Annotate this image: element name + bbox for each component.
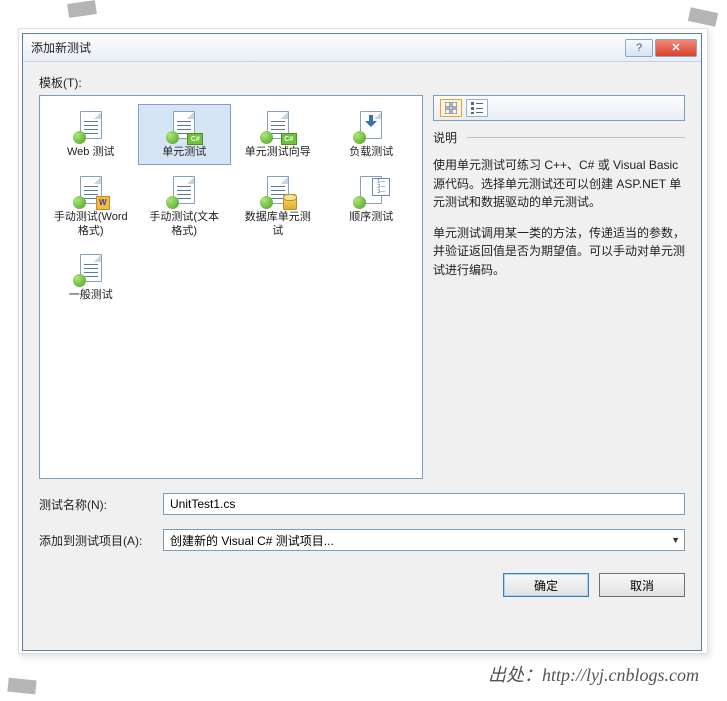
decor-clip (688, 7, 718, 27)
description-header: 说明 (433, 129, 685, 146)
template-label: 一般测试 (69, 289, 113, 303)
template-label: Web 测试 (67, 146, 114, 160)
chevron-down-icon: ▼ (671, 535, 680, 545)
template-manual-text[interactable]: 手动测试(文本格式) (138, 169, 232, 244)
template-db-unit-test[interactable]: 数据库单元测试 (231, 169, 325, 244)
generic-test-icon (74, 252, 108, 286)
titlebar: 添加新测试 ? ✕ (23, 34, 701, 62)
description-para2: 单元测试调用某一类的方法，传递适当的参数，并验证返回值是否为期望值。可以手动对单… (433, 224, 685, 280)
test-project-label: 添加到测试项目(A): (39, 532, 163, 549)
load-test-icon (354, 109, 388, 143)
dialog-content: 模板(T): Web 测试 C# (23, 62, 701, 650)
view-toolbar (433, 95, 685, 121)
ordered-test-icon: 1—2—3— (354, 174, 388, 208)
template-label: 手动测试(Word 格式) (53, 211, 129, 239)
template-label: 顺序测试 (349, 211, 393, 225)
ok-button[interactable]: 确定 (503, 573, 589, 597)
small-icons-view-button[interactable] (466, 99, 488, 117)
right-pane: 说明 使用单元测试可练习 C++、C# 或 Visual Basic 源代码。选… (433, 95, 685, 479)
small-icons-icon (471, 102, 483, 114)
large-icons-icon (445, 102, 457, 114)
attribution-text: 出处：http://lyj.cnblogs.com (488, 661, 699, 687)
db-unit-test-icon (261, 174, 295, 208)
template-list[interactable]: Web 测试 C# 单元测试 (39, 95, 423, 479)
test-project-row: 添加到测试项目(A): 创建新的 Visual C# 测试项目... ▼ (39, 529, 685, 551)
web-test-icon (74, 109, 108, 143)
template-label: 负载测试 (349, 146, 393, 160)
manual-word-icon: W (74, 174, 108, 208)
template-label: 单元测试向导 (245, 146, 311, 160)
help-button[interactable]: ? (625, 39, 653, 57)
close-icon: ✕ (671, 41, 680, 54)
help-icon: ? (636, 42, 642, 54)
close-button[interactable]: ✕ (655, 39, 697, 57)
test-name-row: 测试名称(N): (39, 493, 685, 515)
middle-row: Web 测试 C# 单元测试 (39, 95, 685, 479)
manual-text-icon (167, 174, 201, 208)
decor-clip (7, 678, 36, 695)
combo-value: 创建新的 Visual C# 测试项目... (170, 532, 671, 549)
unit-test-icon: C# (167, 109, 201, 143)
template-load-test[interactable]: 负载测试 (325, 104, 419, 165)
add-new-test-dialog: 添加新测试 ? ✕ 模板(T): Web 测试 (22, 33, 702, 651)
decor-clip (67, 0, 97, 18)
dialog-title: 添加新测试 (31, 39, 623, 56)
description-text: 使用单元测试可练习 C++、C# 或 Visual Basic 源代码。选择单元… (433, 156, 685, 280)
template-unit-test[interactable]: C# 单元测试 (138, 104, 232, 165)
template-manual-word[interactable]: W 手动测试(Word 格式) (44, 169, 138, 244)
templates-label: 模板(T): (39, 74, 685, 91)
template-unit-test-wizard[interactable]: C# 单元测试向导 (231, 104, 325, 165)
template-grid: Web 测试 C# 单元测试 (44, 104, 418, 308)
test-name-input[interactable] (163, 493, 685, 515)
template-web-test[interactable]: Web 测试 (44, 104, 138, 165)
unit-test-wizard-icon: C# (261, 109, 295, 143)
dialog-buttons: 确定 取消 (39, 573, 685, 597)
template-label: 单元测试 (162, 146, 206, 160)
template-label: 手动测试(文本格式) (146, 211, 222, 239)
description-title: 说明 (433, 129, 457, 146)
template-ordered-test[interactable]: 1—2—3— 顺序测试 (325, 169, 419, 244)
template-generic-test[interactable]: 一般测试 (44, 247, 138, 308)
cancel-button[interactable]: 取消 (599, 573, 685, 597)
template-label: 数据库单元测试 (240, 211, 316, 239)
description-pane: 说明 使用单元测试可练习 C++、C# 或 Visual Basic 源代码。选… (433, 129, 685, 479)
test-name-label: 测试名称(N): (39, 496, 163, 513)
description-para1: 使用单元测试可练习 C++、C# 或 Visual Basic 源代码。选择单元… (433, 156, 685, 212)
separator (467, 137, 685, 138)
large-icons-view-button[interactable] (440, 99, 462, 117)
test-project-combo[interactable]: 创建新的 Visual C# 测试项目... ▼ (163, 529, 685, 551)
